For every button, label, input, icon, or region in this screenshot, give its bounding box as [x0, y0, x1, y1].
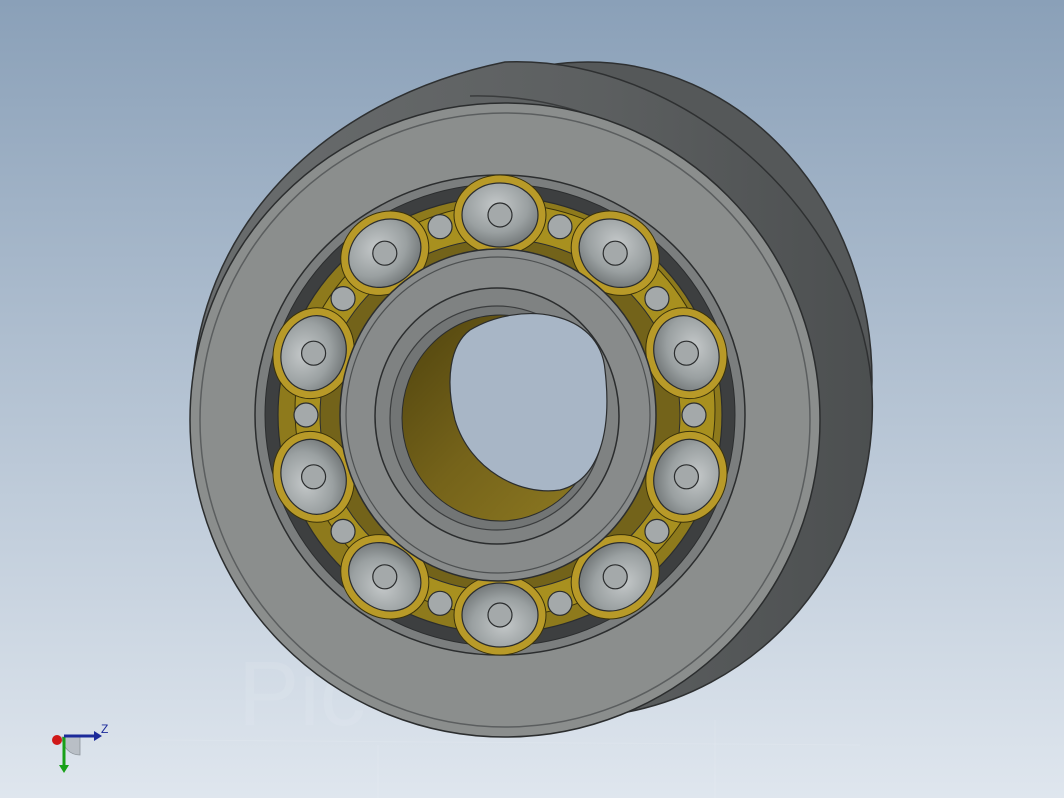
- cage-rivet: [372, 564, 398, 590]
- cage-rivet: [487, 602, 513, 628]
- cage-rivet-small: [644, 518, 670, 544]
- model-view[interactable]: Pic: [0, 0, 1064, 798]
- cage-rivet: [372, 240, 398, 266]
- orientation-triad: Z: [52, 722, 108, 773]
- cage-rivet-small: [681, 402, 707, 428]
- cage-rivet-small: [427, 214, 453, 240]
- graphics-viewport[interactable]: Pic Z: [0, 0, 1064, 798]
- cage-rivet-small: [330, 286, 356, 312]
- cage-rivet: [602, 564, 628, 590]
- cage-rivet-small: [644, 286, 670, 312]
- cage-rivet: [300, 464, 327, 490]
- cage-rivet-small: [547, 590, 573, 616]
- cage-rivet: [602, 240, 628, 266]
- cage-rivet-small: [293, 402, 319, 428]
- z-axis-label: Z: [101, 722, 108, 736]
- cage-rivet-small: [330, 518, 356, 544]
- cage-rivet-small: [427, 590, 453, 616]
- y-axis-arrow: [59, 765, 69, 773]
- cage-rivet-small: [547, 214, 573, 240]
- x-axis-dot: [52, 735, 62, 745]
- cage-rivet: [487, 202, 513, 228]
- cage-rivet: [673, 340, 700, 366]
- cage-rivet: [673, 464, 700, 490]
- cage-rivet: [300, 340, 327, 366]
